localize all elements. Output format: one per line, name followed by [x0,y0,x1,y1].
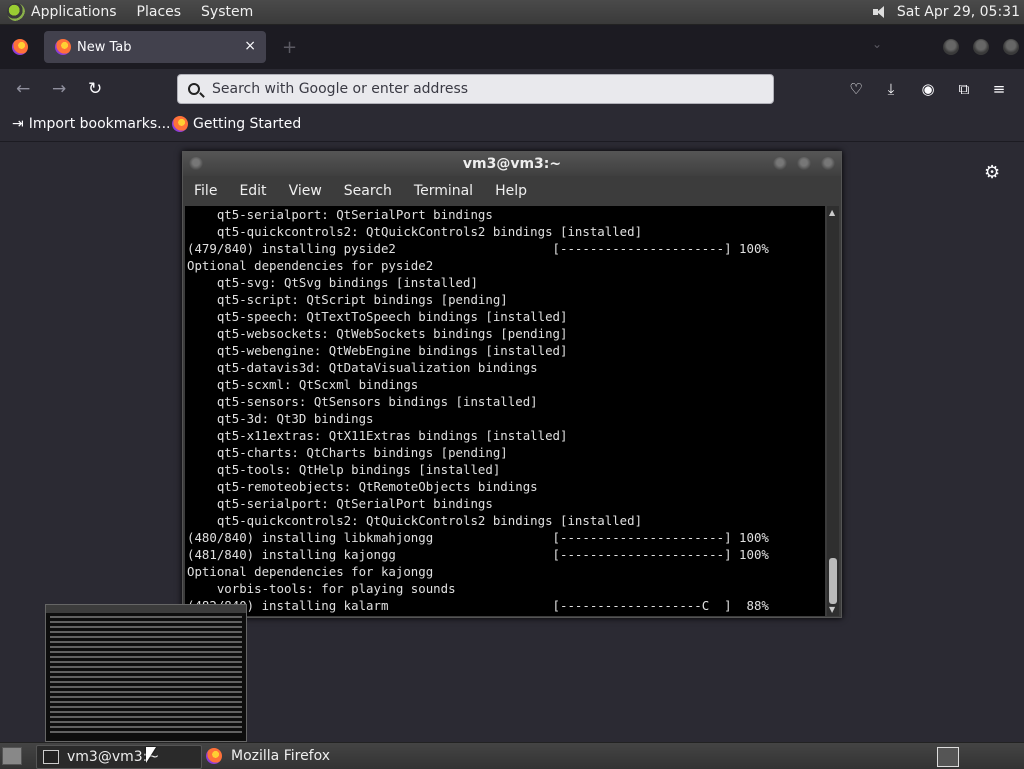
terminal-scrollbar[interactable]: ▲ ▼ [827,206,839,616]
terminal-line: qt5-datavis3d: QtDataVisualization bindi… [187,360,538,375]
taskbar-item-firefox[interactable]: Mozilla Firefox [206,745,366,767]
taskbar-label: Mozilla Firefox [231,748,331,764]
scroll-down-icon[interactable]: ▼ [829,605,835,614]
firefox-tab-icon [55,39,71,55]
minimize-icon[interactable] [943,39,959,55]
import-icon: ⇥ [12,116,24,132]
menu-search[interactable]: Search [344,183,392,199]
terminal-icon [43,750,59,764]
close-icon[interactable] [821,157,835,171]
pocket-icon[interactable]: ♡ [847,80,865,98]
menu-applications[interactable]: Applications [31,4,117,20]
window-menu-icon[interactable] [189,157,203,171]
forward-arrow-icon[interactable]: → [52,79,66,99]
menu-view[interactable]: View [289,183,322,199]
terminal-output[interactable]: qt5-serialport: QtSerialPort bindings qt… [185,206,825,616]
workspace-switcher[interactable] [937,747,959,767]
terminal-line: qt5-3d: Qt3D bindings [187,411,374,426]
scroll-thumb[interactable] [829,558,837,604]
show-desktop-icon[interactable] [2,747,22,765]
list-tabs-chevron-icon[interactable]: ⌄ [872,37,882,51]
firefox-icon [172,116,188,132]
scroll-up-icon[interactable]: ▲ [829,208,835,217]
clock[interactable]: Sat Apr 29, 05:31 [897,4,1020,20]
search-icon [188,83,200,95]
terminal-line: qt5-x11extras: QtX11Extras bindings [ins… [187,428,568,443]
url-bar[interactable]: Search with Google or enter address [177,74,774,104]
account-icon[interactable]: ◉ [919,80,937,98]
menu-hamburger-icon[interactable]: ≡ [990,80,1008,98]
terminal-line: (481/840) installing kajongg [----------… [187,547,769,562]
terminal-line: qt5-script: QtScript bindings [pending] [187,292,508,307]
gear-icon[interactable]: ⚙ [984,162,1000,183]
firefox-icon [206,748,222,764]
terminal-titlebar[interactable]: vm3@vm3:~ [183,152,841,176]
volume-icon[interactable] [871,4,887,20]
terminal-line: qt5-charts: QtCharts bindings [pending] [187,445,508,460]
reload-icon[interactable]: ↻ [88,79,102,99]
bookmark-getting-started[interactable]: Getting Started [172,116,301,132]
terminal-line: (479/840) installing pyside2 [----------… [187,241,769,256]
terminal-line: qt5-tools: QtHelp bindings [installed] [187,462,501,477]
downloads-icon[interactable]: ⤓ [882,80,900,98]
close-window-icon[interactable] [1003,39,1019,55]
panel-tray: Sat Apr 29, 05:31 [871,4,1024,20]
terminal-title: vm3@vm3:~ [462,156,562,172]
extensions-icon[interactable]: ⧉ [955,80,973,98]
menu-system[interactable]: System [201,4,253,20]
terminal-line: qt5-quickcontrols2: QtQuickControls2 bin… [187,513,643,528]
new-tab-button[interactable]: + [282,37,297,58]
firefox-view-icon[interactable] [12,39,28,55]
terminal-line: qt5-svg: QtSvg bindings [installed] [187,275,478,290]
menu-file[interactable]: File [194,183,217,199]
terminal-line: qt5-serialport: QtSerialPort bindings [187,496,493,511]
maximize-icon[interactable] [973,39,989,55]
taskbar-item-terminal[interactable]: vm3@vm3:~ [36,745,202,769]
minimize-icon[interactable] [773,157,787,171]
terminal-menubar: File Edit View Search Terminal Help [183,177,841,205]
nav-bar: ← → ↻ Search with Google or enter addres… [0,69,1024,109]
tab-bar: New Tab × + ⌄ [0,25,1024,69]
terminal-window: vm3@vm3:~ File Edit View Search Terminal… [182,151,842,618]
terminal-line: qt5-websockets: QtWebSockets bindings [p… [187,326,568,341]
terminal-line: qt5-remoteobjects: QtRemoteObjects bindi… [187,479,538,494]
mouse-cursor-icon [146,747,156,763]
terminal-line: qt5-quickcontrols2: QtQuickControls2 bin… [187,224,643,239]
back-arrow-icon[interactable]: ← [16,79,30,99]
distro-logo-icon[interactable] [7,3,25,21]
tab-new-tab[interactable]: New Tab × [44,31,266,63]
tab-title: New Tab [77,39,132,55]
terminal-line: qt5-serialport: QtSerialPort bindings [187,207,493,222]
menu-places[interactable]: Places [137,4,182,20]
bookmark-label: Import bookmarks... [28,116,171,132]
url-placeholder: Search with Google or enter address [212,81,469,97]
menu-help[interactable]: Help [495,183,527,199]
menu-edit[interactable]: Edit [239,183,266,199]
terminal-line: qt5-sensors: QtSensors bindings [install… [187,394,538,409]
bookmark-import[interactable]: ⇥ Import bookmarks... [12,116,171,132]
terminal-line: (482/840) installing kalarm [-----------… [187,598,769,613]
terminal-line: qt5-webengine: QtWebEngine bindings [ins… [187,343,568,358]
top-panel: Applications Places System Sat Apr 29, 0… [0,0,1024,25]
terminal-line: Optional dependencies for kajongg [187,564,434,579]
maximize-icon[interactable] [797,157,811,171]
terminal-line: (480/840) installing libkmahjongg [-----… [187,530,769,545]
bookmarks-toolbar: ⇥ Import bookmarks... Getting Started [0,109,1024,142]
bookmark-label: Getting Started [193,116,302,132]
window-preview-thumbnail[interactable] [45,604,247,742]
terminal-line: qt5-scxml: QtScxml bindings [187,377,419,392]
terminal-line: qt5-speech: QtTextToSpeech bindings [ins… [187,309,568,324]
terminal-line: Optional dependencies for pyside2 [187,258,434,273]
terminal-line: vorbis-tools: for playing sounds [187,581,456,596]
close-tab-icon[interactable]: × [244,38,256,54]
menu-terminal[interactable]: Terminal [414,183,473,199]
